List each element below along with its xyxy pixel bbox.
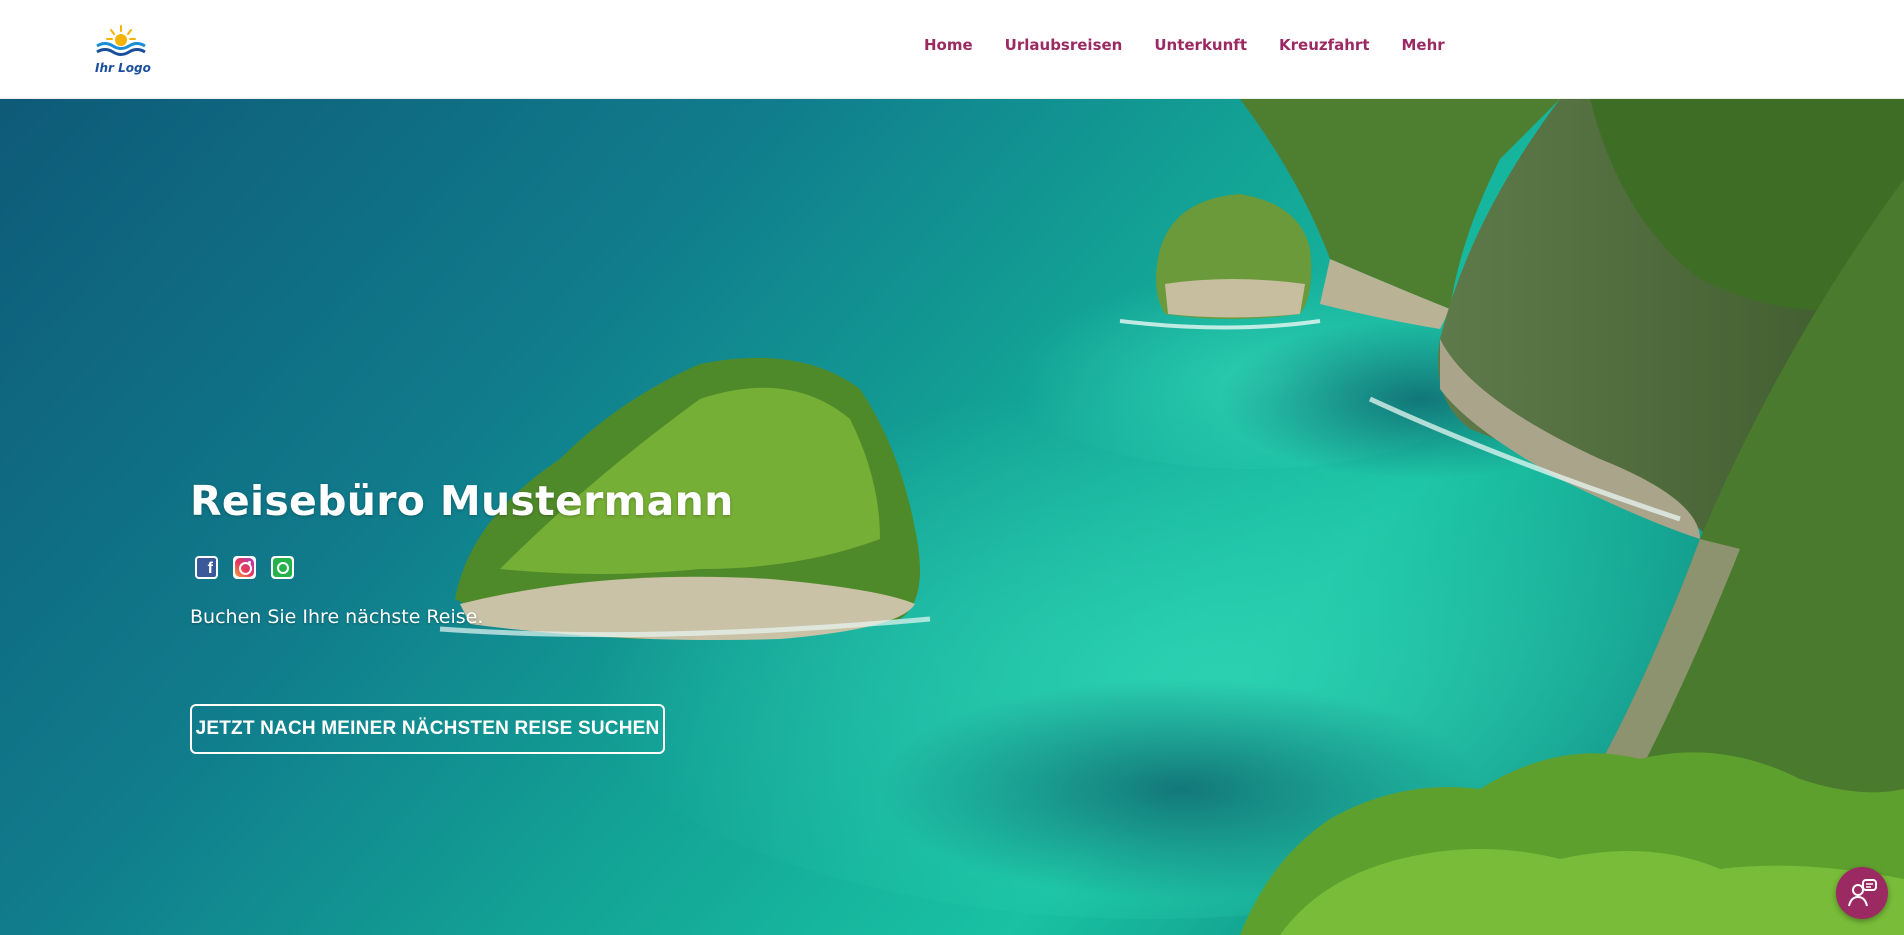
hero-subtitle: Buchen Sie Ihre nächste Reise. <box>190 606 484 628</box>
nav-mehr[interactable]: Mehr <box>1402 36 1445 54</box>
chat-icon <box>1848 879 1877 907</box>
hero-section: Reisebüro Mustermann f Buchen Sie Ihre n… <box>0 99 1904 935</box>
social-links: f <box>195 556 309 579</box>
nav-kreuzfahrt[interactable]: Kreuzfahrt <box>1279 36 1370 54</box>
search-trip-button[interactable]: JETZT NACH MEINER NÄCHSTEN REISE SUCHEN <box>190 704 665 754</box>
logo[interactable]: Ihr Logo <box>93 24 151 78</box>
facebook-icon[interactable]: f <box>195 556 218 579</box>
whatsapp-icon[interactable] <box>271 556 294 579</box>
nav-unterkunft[interactable]: Unterkunft <box>1154 36 1247 54</box>
main-nav: Home Urlaubsreisen Unterkunft Kreuzfahrt… <box>924 36 1477 54</box>
site-header: Ihr Logo Home Urlaubsreisen Unterkunft K… <box>0 0 1904 99</box>
instagram-icon[interactable] <box>233 556 256 579</box>
chat-button[interactable] <box>1836 867 1888 919</box>
logo-icon <box>96 25 146 56</box>
hero-title: Reisebüro Mustermann <box>190 477 734 525</box>
nav-home[interactable]: Home <box>924 36 973 54</box>
nav-urlaubsreisen[interactable]: Urlaubsreisen <box>1005 36 1123 54</box>
logo-text: Ihr Logo <box>95 61 151 75</box>
